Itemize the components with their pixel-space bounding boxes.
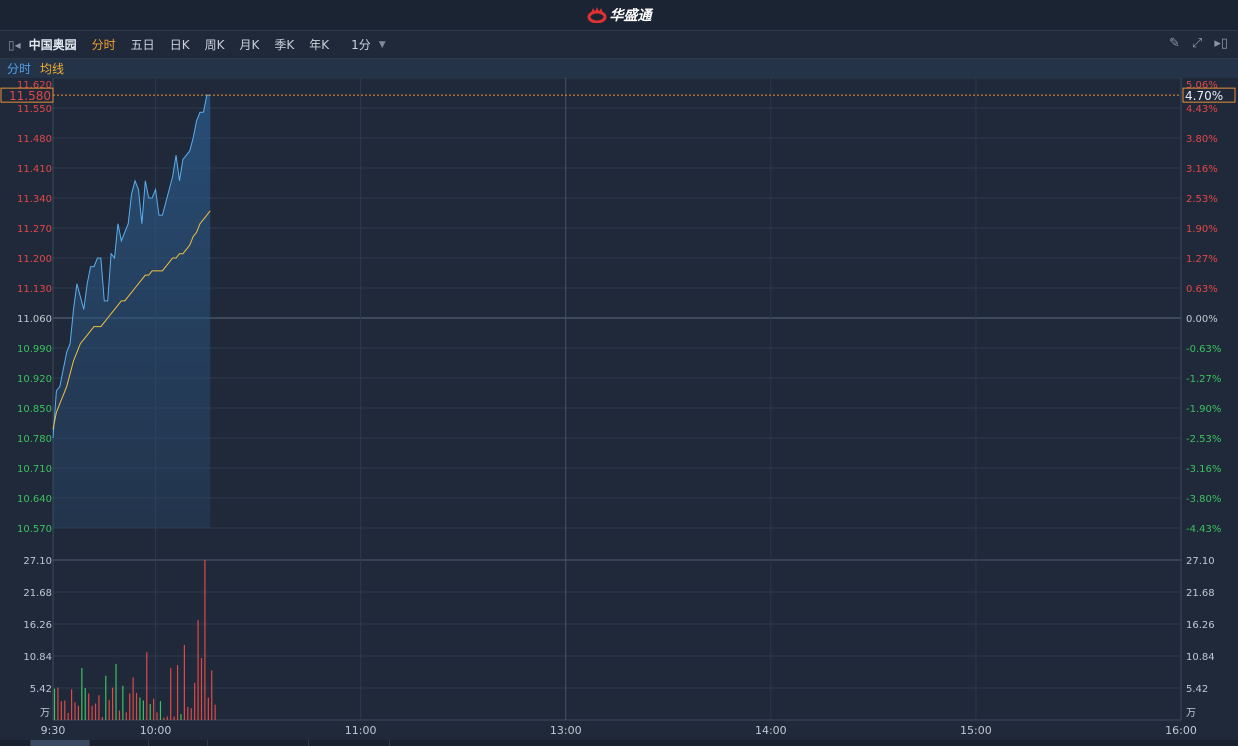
pct-tick-label: -3.80% xyxy=(1186,494,1221,505)
pct-tick-label: -1.90% xyxy=(1186,404,1221,415)
pct-tick-label: 0.00% xyxy=(1186,314,1218,325)
volume-tick-label: 27.10 xyxy=(23,556,52,567)
price-tick-label: 10.990 xyxy=(17,344,52,355)
volume-tick-label-right: 21.68 xyxy=(1186,588,1215,599)
price-tick-label: 11.270 xyxy=(17,224,52,235)
time-tick-label: 10:00 xyxy=(140,724,172,737)
time-tick-label: 9:30 xyxy=(41,724,66,737)
price-tick-label: 10.850 xyxy=(17,404,52,415)
pct-tick-label: 2.53% xyxy=(1186,194,1218,205)
price-tick-label: 11.480 xyxy=(17,134,52,145)
price-tick-label: 10.570 xyxy=(17,524,52,535)
price-tick-label: 11.340 xyxy=(17,194,52,205)
price-tick-label: 10.920 xyxy=(17,374,52,385)
time-tick-label: 16:00 xyxy=(1165,724,1197,737)
price-tick-label: 11.200 xyxy=(17,254,52,265)
price-tick-label: 10.780 xyxy=(17,434,52,445)
volume-tick-label: 5.42 xyxy=(30,684,52,695)
pct-tick-label: -0.63% xyxy=(1186,344,1221,355)
intraday-chart[interactable]: 11.620 5.06%11.550 4.43%11.480 3.80%11.410 3… xyxy=(0,0,1238,746)
time-tick-label: 11:00 xyxy=(345,724,377,737)
volume-unit-label: 万 xyxy=(40,708,50,719)
pct-tick-label: 0.63% xyxy=(1186,284,1218,295)
time-tick-label: 15:00 xyxy=(960,724,992,737)
bottom-tabs xyxy=(0,740,1238,746)
volume-tick-label-right: 27.10 xyxy=(1186,556,1215,567)
volume-tick-label-right: 10.84 xyxy=(1186,652,1215,663)
price-tick-label: 11.410 xyxy=(17,164,52,175)
pct-tick-label: -4.43% xyxy=(1186,524,1221,535)
current-price-label: 11.580 xyxy=(9,89,51,103)
price-tick-label: 10.710 xyxy=(17,464,52,475)
time-tick-label: 13:00 xyxy=(550,724,582,737)
pct-tick-label: 1.90% xyxy=(1186,224,1218,235)
volume-tick-label-right: 5.42 xyxy=(1186,684,1208,695)
volume-tick-label: 16.26 xyxy=(23,620,52,631)
pct-tick-label: -2.53% xyxy=(1186,434,1221,445)
volume-tick-label: 10.84 xyxy=(23,652,52,663)
volume-unit-label-right: 万 xyxy=(1186,708,1196,719)
pct-tick-label: -3.16% xyxy=(1186,464,1221,475)
price-tick-label: 11.130 xyxy=(17,284,52,295)
volume-tick-label: 21.68 xyxy=(23,588,52,599)
pct-tick-label: 3.16% xyxy=(1186,164,1218,175)
price-tick-label: 11.060 xyxy=(17,314,52,325)
pct-tick-label: 3.80% xyxy=(1186,134,1218,145)
time-tick-label: 14:00 xyxy=(755,724,787,737)
price-tick-label: 11.550 xyxy=(17,104,52,115)
volume-tick-label-right: 16.26 xyxy=(1186,620,1215,631)
pct-tick-label: -1.27% xyxy=(1186,374,1221,385)
price-tick-label: 10.640 xyxy=(17,494,52,505)
current-change-label: 4.70% xyxy=(1185,89,1223,103)
pct-tick-label: 4.43% xyxy=(1186,104,1218,115)
price-area xyxy=(53,95,211,529)
pct-tick-label: 1.27% xyxy=(1186,254,1218,265)
